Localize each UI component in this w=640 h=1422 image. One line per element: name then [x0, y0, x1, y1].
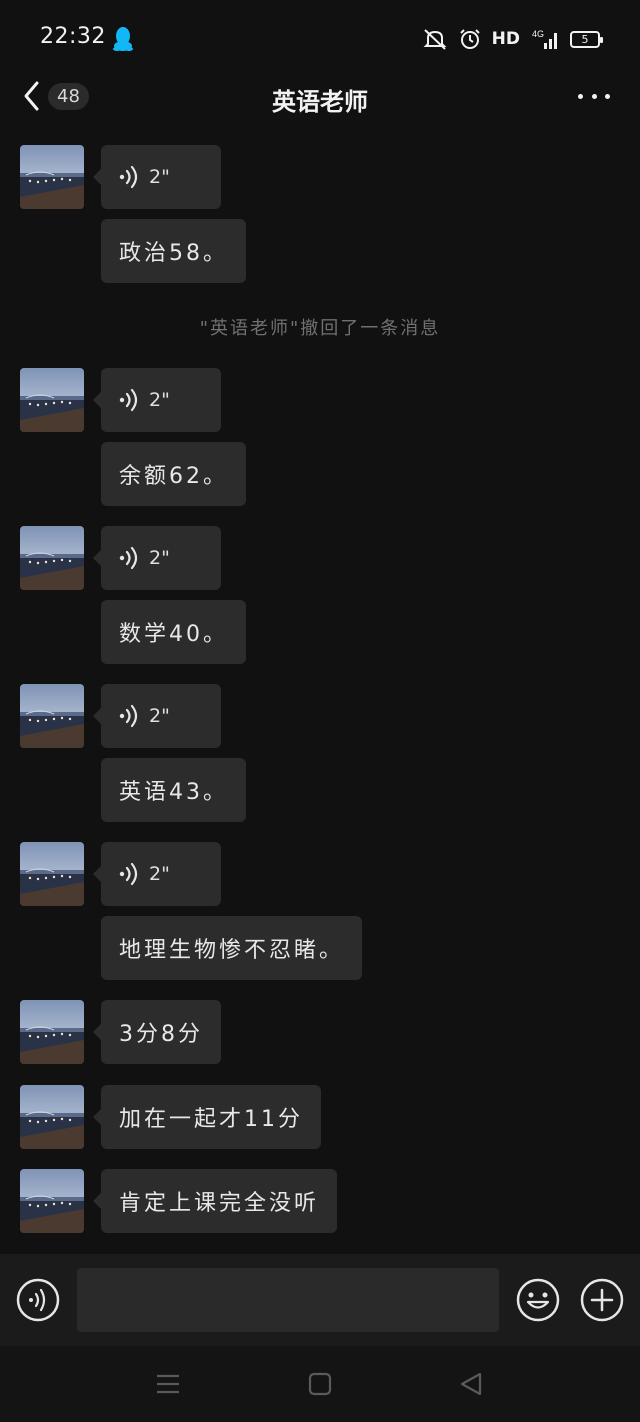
more-dot-icon	[591, 93, 597, 99]
voice-wave-icon	[119, 704, 141, 728]
signal-icon: 4G	[532, 29, 557, 49]
alarm-icon	[459, 29, 480, 49]
avatar[interactable]	[20, 1000, 84, 1064]
text-message-bubble[interactable]: 政治58。	[101, 219, 246, 283]
voice-wave-icon	[119, 862, 141, 886]
emoji-icon[interactable]	[515, 1277, 561, 1323]
home-icon[interactable]	[306, 1370, 334, 1398]
voice-duration: 2"	[149, 389, 170, 411]
avatar[interactable]	[20, 368, 84, 432]
avatar[interactable]	[20, 1169, 84, 1233]
text-message-bubble[interactable]: 3分8分	[93, 1000, 221, 1064]
chat-screen: 22:32 HD 4G 5 48 英语老师 2" 政治58。 "英语老师"撤回了…	[0, 0, 640, 1422]
more-dot-icon	[605, 93, 610, 99]
chat-header: 48 英语老师	[0, 70, 640, 122]
text-message-bubble[interactable]: 地理生物惨不忍睹。	[101, 916, 363, 980]
voice-duration: 2"	[149, 547, 170, 569]
avatar[interactable]	[20, 684, 84, 748]
text-message-bubble[interactable]: 英语43。	[101, 758, 246, 822]
plus-icon[interactable]	[579, 1277, 625, 1323]
back-button[interactable]: 48	[22, 76, 102, 116]
voice-wave-icon	[119, 546, 141, 570]
text-message-bubble[interactable]: 加在一起才11分	[93, 1085, 321, 1149]
back-triangle-icon[interactable]	[457, 1370, 485, 1398]
avatar[interactable]	[20, 842, 84, 906]
voice-duration: 2"	[149, 863, 170, 885]
voice-duration: 2"	[149, 166, 170, 188]
voice-wave-icon	[119, 388, 141, 412]
network-type-label: 4G	[532, 29, 544, 39]
message-input[interactable]	[77, 1268, 499, 1332]
unread-count-badge: 48	[48, 82, 89, 110]
system-nav-bar	[0, 1346, 640, 1422]
input-bar	[0, 1254, 640, 1346]
voice-message-bubble[interactable]: 2"	[93, 842, 221, 906]
voice-wave-icon	[119, 165, 141, 189]
voice-message-bubble[interactable]: 2"	[93, 368, 221, 432]
voice-duration: 2"	[149, 705, 170, 727]
battery-icon: 5	[570, 30, 603, 48]
text-message-bubble[interactable]: 数学40。	[101, 600, 246, 664]
status-bar: 22:32 HD 4G 5	[0, 0, 640, 76]
text-message-bubble[interactable]: 肯定上课完全没听	[92, 1169, 338, 1233]
voice-message-bubble[interactable]: 2"	[93, 526, 221, 590]
text-message-bubble[interactable]: 余额62。	[101, 442, 246, 506]
status-icons: HD 4G 5	[422, 26, 603, 52]
voice-input-icon[interactable]	[16, 1278, 60, 1322]
avatar[interactable]	[20, 145, 84, 209]
mute-icon	[423, 29, 447, 50]
voice-message-bubble[interactable]: 2"	[93, 684, 221, 748]
more-options-button[interactable]	[578, 86, 610, 106]
menu-icon[interactable]	[154, 1370, 182, 1398]
network-hd-label: HD	[491, 29, 520, 49]
recall-notice: "英语老师"撤回了一条消息	[199, 318, 441, 339]
qq-icon	[113, 27, 133, 51]
status-time: 22:32	[40, 24, 106, 49]
avatar[interactable]	[20, 1085, 84, 1149]
avatar[interactable]	[20, 526, 84, 590]
voice-message-bubble[interactable]: 2"	[93, 145, 221, 209]
chevron-left-icon	[24, 81, 39, 111]
more-dot-icon	[578, 93, 583, 99]
